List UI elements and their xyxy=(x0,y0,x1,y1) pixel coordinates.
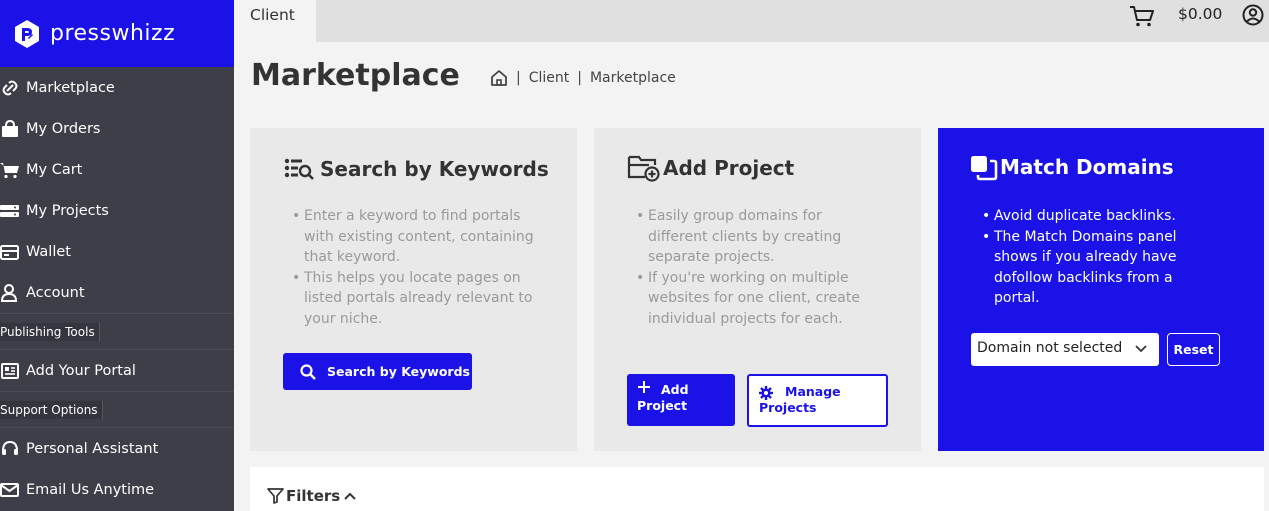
filter-icon xyxy=(267,488,284,504)
card-title: Add Project xyxy=(627,153,794,183)
sidebar-item-label: My Orders xyxy=(26,120,101,137)
list-item: If you're working on multiple websites f… xyxy=(632,268,872,330)
sidebar-item-label: Wallet xyxy=(26,243,71,260)
breadcrumb: | Client | Marketplace xyxy=(490,69,676,87)
card-bullets: Avoid duplicate backlinks. The Match Dom… xyxy=(978,206,1208,309)
section-label: Support Options xyxy=(0,401,103,419)
list-search-icon xyxy=(284,158,314,180)
list-item: Easily group domains for different clien… xyxy=(632,206,872,268)
copy-icon xyxy=(971,156,998,181)
user-circle-icon[interactable] xyxy=(1242,4,1264,26)
newspaper-icon xyxy=(0,361,20,381)
button-label: Manage Projects xyxy=(759,384,841,415)
shopping-bag-icon xyxy=(0,119,20,139)
sidebar-item-label: Add Your Portal xyxy=(26,362,136,379)
button-label: Search by Keywords xyxy=(327,364,470,379)
card-title: Search by Keywords xyxy=(284,156,549,182)
server-icon xyxy=(0,201,20,221)
section-support-options: Support Options xyxy=(0,391,234,428)
home-icon[interactable] xyxy=(490,69,508,87)
wallet-icon xyxy=(0,242,20,262)
domain-select-value: Domain not selected xyxy=(977,340,1123,356)
breadcrumb-separator: | xyxy=(577,70,582,86)
list-item: Enter a keyword to find portals with exi… xyxy=(288,206,538,268)
sidebar-item-label: My Cart xyxy=(26,161,83,178)
sidebar-item-marketplace[interactable]: Marketplace xyxy=(0,67,234,108)
user-icon xyxy=(0,283,20,303)
folder-plus-icon xyxy=(627,155,660,182)
filters-label: Filters xyxy=(286,487,341,505)
sidebar-item-label: Personal Assistant xyxy=(26,440,159,457)
sidebar-item-label: Marketplace xyxy=(26,79,115,96)
card-title: Match Domains xyxy=(970,153,1174,181)
cart-icon xyxy=(0,160,20,180)
presswhizz-logo-icon xyxy=(15,19,39,48)
sidebar: presswhizz Marketplace My Orders My Cart… xyxy=(0,0,234,511)
cart-icon[interactable] xyxy=(1129,3,1155,29)
breadcrumb-separator: | xyxy=(516,70,521,86)
list-item: Avoid duplicate backlinks. xyxy=(978,206,1208,227)
page-title: Marketplace xyxy=(251,58,460,93)
add-project-card: Add Project Easily group domains for dif… xyxy=(594,128,921,451)
tab-client[interactable]: Client xyxy=(234,0,316,42)
card-title-text: Search by Keywords xyxy=(320,157,549,181)
sidebar-item-label: My Projects xyxy=(26,202,109,219)
list-item: This helps you locate pages on listed po… xyxy=(288,268,538,330)
chevron-up-icon xyxy=(344,492,356,500)
sidebar-item-my-projects[interactable]: My Projects xyxy=(0,190,234,231)
reset-button[interactable]: Reset xyxy=(1167,333,1220,366)
section-publishing-tools: Publishing Tools xyxy=(0,313,234,350)
domain-select[interactable]: Domain not selected xyxy=(971,333,1159,366)
card-title-text: Add Project xyxy=(663,156,795,180)
manage-projects-button[interactable]: Manage Projects xyxy=(747,374,888,427)
filters-panel: Filters xyxy=(250,467,1264,511)
brand[interactable]: presswhizz xyxy=(0,0,234,67)
search-keywords-card: Search by Keywords Enter a keyword to fi… xyxy=(250,128,577,451)
card-bullets: Enter a keyword to find portals with exi… xyxy=(288,206,538,329)
list-item: The Match Domains panel shows if you alr… xyxy=(978,227,1208,309)
search-icon xyxy=(300,363,316,380)
card-bullets: Easily group domains for different clien… xyxy=(632,206,872,329)
envelope-icon xyxy=(0,480,20,500)
cart-total: $0.00 xyxy=(1178,5,1223,23)
sidebar-item-my-orders[interactable]: My Orders xyxy=(0,108,234,149)
search-by-keywords-button[interactable]: Search by Keywords xyxy=(283,353,472,390)
sidebar-item-add-your-portal[interactable]: Add Your Portal xyxy=(0,350,234,391)
sidebar-item-wallet[interactable]: Wallet xyxy=(0,231,234,272)
breadcrumb-marketplace: Marketplace xyxy=(589,70,676,86)
headset-icon xyxy=(0,439,20,459)
sidebar-item-my-cart[interactable]: My Cart xyxy=(0,149,234,190)
card-title-text: Match Domains xyxy=(1000,155,1174,179)
sidebar-item-email-us[interactable]: Email Us Anytime xyxy=(0,469,234,510)
topbar: Client $0.00 xyxy=(234,0,1269,42)
section-label: Publishing Tools xyxy=(0,323,100,341)
button-label: Add Project xyxy=(637,382,689,413)
sidebar-item-label: Email Us Anytime xyxy=(26,481,155,498)
filters-toggle[interactable]: Filters xyxy=(267,487,357,505)
match-domains-card: Match Domains Avoid duplicate backlinks.… xyxy=(938,128,1264,451)
breadcrumb-client[interactable]: Client xyxy=(529,70,570,86)
link-icon xyxy=(0,78,20,98)
sidebar-item-personal-assistant[interactable]: Personal Assistant xyxy=(0,428,234,469)
sidebar-item-label: Account xyxy=(26,284,85,301)
chevron-down-icon xyxy=(1135,345,1147,353)
sidebar-nav: Marketplace My Orders My Cart My Project… xyxy=(0,67,234,510)
sidebar-item-account[interactable]: Account xyxy=(0,272,234,313)
add-project-button[interactable]: Add Project xyxy=(627,374,735,426)
brand-name: presswhizz xyxy=(50,21,176,46)
